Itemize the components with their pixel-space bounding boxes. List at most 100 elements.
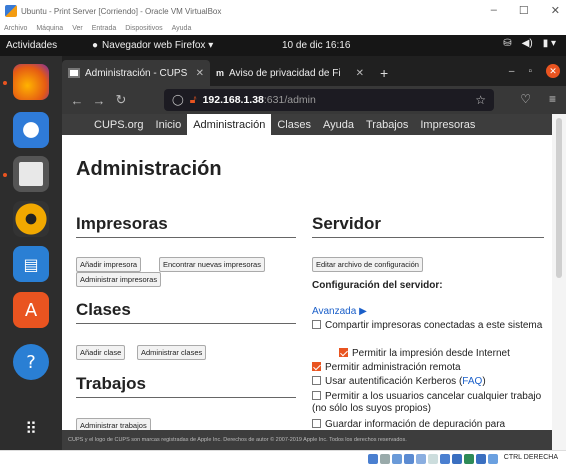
checkbox[interactable] [312, 419, 321, 428]
option-label-tail: ) [482, 376, 486, 387]
recording-icon[interactable] [451, 454, 462, 464]
forward-icon[interactable]: → [88, 93, 110, 108]
nav-trabajos[interactable]: Trabajos [360, 114, 414, 135]
tab-administracion[interactable]: Administración - CUPS 2.3 ✕ [62, 60, 210, 86]
vbox-menu-maquina[interactable]: Máquina [36, 25, 63, 32]
add-class-button[interactable]: Añadir clase [76, 345, 126, 360]
shared-folders-icon[interactable] [427, 454, 438, 464]
battery-icon[interactable]: ▮ ▾ [543, 38, 556, 49]
menu-icon[interactable]: ≡ [549, 92, 556, 106]
app-menu[interactable]: ● Navegador web Firefox ▾ [92, 40, 282, 51]
window-minimize-icon[interactable]: – [509, 66, 515, 77]
vbox-menu-archivo[interactable]: Archivo [4, 25, 27, 32]
find-printers-button[interactable]: Encontrar nuevas impresoras [159, 257, 265, 272]
add-printer-button[interactable]: Añadir impresora [76, 257, 142, 272]
activities-button[interactable]: Actividades [6, 40, 92, 51]
checkbox[interactable] [312, 362, 321, 371]
nav-clases[interactable]: Clases [271, 114, 317, 135]
edit-config-button[interactable]: Editar archivo de configuración [312, 257, 423, 272]
network-status-icon[interactable] [403, 454, 414, 464]
mozilla-icon: m [216, 68, 225, 78]
server-heading: Servidor [312, 214, 544, 238]
checkbox[interactable] [339, 348, 348, 357]
scrollbar-thumb[interactable] [556, 118, 562, 278]
new-tab-button[interactable]: + [370, 60, 398, 86]
network-icon[interactable]: ⛁ [503, 38, 511, 49]
advanced-link[interactable]: Avanzada ▶ [312, 306, 367, 317]
firefox-tab-bar: Administración - CUPS 2.3 ✕ m Aviso de p… [62, 56, 566, 86]
option-label: Guardar información de depuración para [325, 419, 506, 430]
checkbox[interactable] [312, 376, 321, 385]
files-dock-icon[interactable] [13, 156, 49, 192]
cpu-icon[interactable] [463, 454, 474, 464]
cups-page: CUPS.org Inicio Administración Clases Ay… [62, 114, 552, 450]
close-icon[interactable]: ✕ [551, 4, 560, 17]
mouse-integration-icon[interactable] [475, 454, 486, 464]
page-icon [68, 68, 80, 78]
option-cancel-any-job[interactable]: Permitir a los usuarios cancelar cualqui… [312, 391, 544, 415]
vbox-menu-entrada[interactable]: Entrada [92, 25, 117, 32]
nav-inicio[interactable]: Inicio [150, 114, 188, 135]
nav-cups-org[interactable]: CUPS.org [88, 114, 150, 135]
option-kerberos[interactable]: Usar autentificación Kerberos (FAQ) [312, 376, 544, 388]
page-scrollbar[interactable] [552, 114, 566, 450]
writer-dock-icon[interactable]: ▤ [13, 246, 49, 282]
close-tab-icon[interactable]: ✕ [196, 68, 204, 79]
window-close-icon[interactable]: ✕ [546, 64, 560, 78]
running-indicator [3, 173, 7, 177]
vbox-menu-ver[interactable]: Ver [72, 25, 83, 32]
manage-printers-button[interactable]: Administrar impresoras [76, 272, 162, 287]
ubuntu-dock: ▤ A ? ⠿ [0, 56, 62, 450]
option-remote-admin[interactable]: Permitir administración remota [312, 362, 544, 374]
host-key-label: CTRL DERECHA [503, 454, 558, 461]
nav-impresoras[interactable]: Impresoras [414, 114, 481, 135]
checkbox[interactable] [312, 391, 321, 400]
display-icon[interactable] [439, 454, 450, 464]
software-dock-icon[interactable]: A [13, 292, 49, 328]
lock-icon[interactable]: 🔓︎ [190, 94, 197, 107]
clock[interactable]: 10 de dic 16:16 [282, 40, 422, 51]
help-dock-icon[interactable]: ? [13, 344, 49, 380]
usb-icon[interactable] [415, 454, 426, 464]
close-tab-icon[interactable]: ✕ [356, 68, 364, 79]
option-internet-printing[interactable]: Permitir la impresión desde Internet [339, 348, 549, 360]
minimize-icon[interactable]: – [491, 4, 497, 17]
vbox-menu-bar: Archivo Máquina Ver Entrada Dispositivos… [0, 22, 566, 35]
nav-administracion[interactable]: Administración [187, 114, 272, 135]
window-maximize-icon[interactable]: ▫ [528, 66, 532, 77]
jobs-heading: Trabajos [76, 374, 296, 398]
pocket-icon[interactable]: ♡ [520, 92, 531, 106]
vbox-window-title: Ubuntu - Print Server [Corriendo] - Orac… [21, 6, 222, 16]
cups-footer: CUPS y el logo de CUPS son marcas regist… [62, 430, 552, 450]
show-apps-icon[interactable]: ⠿ [13, 410, 49, 446]
vbox-menu-ayuda[interactable]: Ayuda [172, 25, 192, 32]
vbox-status-bar: CTRL DERECHA [0, 450, 566, 470]
maximize-icon[interactable]: ☐ [519, 4, 529, 17]
classes-heading: Clases [76, 300, 296, 324]
tab-privacy[interactable]: m Aviso de privacidad de Fi ✕ [210, 60, 370, 86]
option-label: Compartir impresoras conectadas a este s… [325, 320, 543, 331]
virtualbox-icon [5, 5, 17, 17]
bookmark-star-icon[interactable]: ☆ [475, 93, 486, 107]
url-bar[interactable]: ◯ 🔓︎ 192.168.1.38:631/admin ☆ [164, 89, 494, 111]
manage-classes-button[interactable]: Administrar clases [137, 345, 207, 360]
ubuntu-top-bar: Actividades ● Navegador web Firefox ▾ 10… [0, 35, 566, 56]
tab-label: Administración - CUPS 2.3 [85, 67, 189, 79]
keyboard-icon[interactable] [487, 454, 498, 464]
vbox-menu-dispositivos[interactable]: Dispositivos [125, 25, 162, 32]
hdd-icon[interactable] [367, 454, 378, 464]
rhythmbox-dock-icon[interactable] [13, 201, 49, 237]
nav-ayuda[interactable]: Ayuda [317, 114, 360, 135]
back-icon[interactable]: ← [66, 93, 88, 108]
faq-link[interactable]: FAQ [462, 376, 482, 387]
audio-icon[interactable] [391, 454, 402, 464]
shield-icon[interactable]: ◯ [172, 94, 184, 106]
option-share-printers[interactable]: Compartir impresoras conectadas a este s… [312, 320, 544, 332]
reload-icon[interactable]: ↻ [110, 92, 132, 108]
firefox-dock-icon[interactable] [13, 64, 49, 100]
volume-icon[interactable]: ◀) [522, 38, 533, 49]
thunderbird-dock-icon[interactable] [13, 112, 49, 148]
checkbox[interactable] [312, 320, 321, 329]
option-label: Permitir la impresión desde Internet [352, 348, 510, 359]
optical-drive-icon[interactable] [379, 454, 390, 464]
